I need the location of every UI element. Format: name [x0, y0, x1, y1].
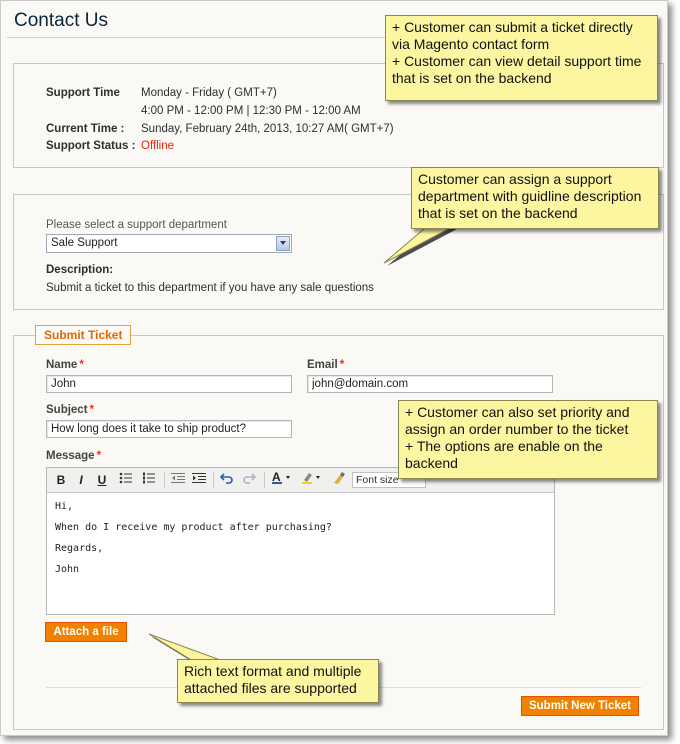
callout-text: via Magento contact form [392, 36, 550, 52]
callout-rich-text: Rich text format and multiple attached f… [177, 659, 379, 703]
callout-pointers [148, 216, 474, 664]
callout-support-time: + Customer can submit a ticket directly … [385, 15, 658, 101]
callout-text: + Customer can also set priority and [405, 404, 630, 420]
callout-text: that is set on the backend [392, 70, 552, 86]
callout-department: Customer can assign a support department… [411, 167, 659, 229]
contact-page: Contact Us Support Time Monday - Friday … [0, 0, 668, 736]
callout-text: + Customer can submit a ticket directly [392, 19, 633, 35]
callout-text: Customer can assign a support [418, 171, 612, 187]
callout-text: attached files are supported [184, 680, 357, 696]
callout-text: assign an order number to the ticket [405, 421, 629, 437]
callout-text: department with guidline description [418, 188, 642, 204]
callout-text: + Customer can view detail support time [392, 53, 642, 69]
callout-text: backend [405, 455, 458, 471]
callout-priority: + Customer can also set priority and ass… [398, 400, 658, 479]
callout-text: Rich text format and multiple [184, 663, 362, 679]
callout-text: that is set on the backend [418, 205, 578, 221]
callout-text: + The options are enable on the [405, 438, 603, 454]
